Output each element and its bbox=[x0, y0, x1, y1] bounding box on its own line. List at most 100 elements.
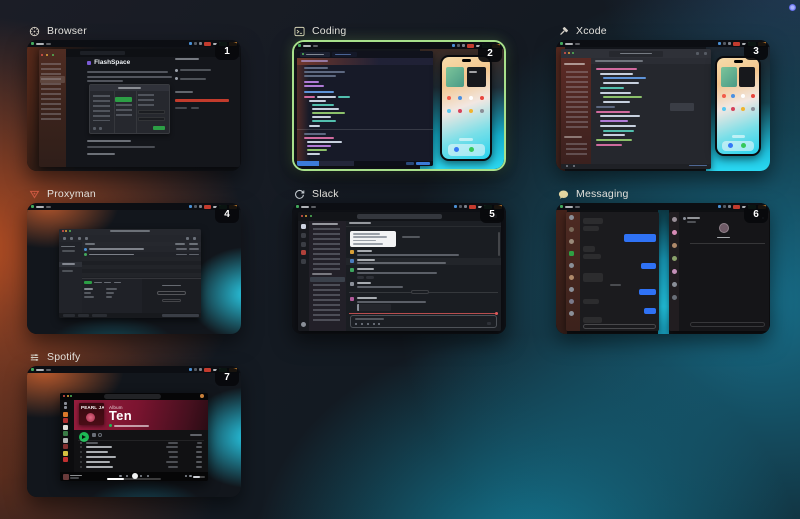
editor-status-bar bbox=[297, 161, 432, 166]
xcode-window bbox=[561, 49, 711, 169]
slack-main bbox=[346, 221, 501, 331]
space-label-messaging: Messaging bbox=[556, 188, 770, 200]
space-browser: Browser 1 FlashSpace bbox=[27, 25, 241, 171]
terminal-icon bbox=[294, 26, 305, 37]
space-thumbnail-slack[interactable]: 5 bbox=[292, 203, 506, 334]
space-number-badge: 1 bbox=[215, 42, 239, 60]
slack-top-bar bbox=[298, 212, 500, 220]
space-messaging: Messaging 6 bbox=[556, 188, 770, 334]
messaging-desktop bbox=[556, 210, 770, 334]
spotify-avatar bbox=[200, 394, 204, 398]
imessage-bubble bbox=[639, 289, 656, 295]
menu-bar bbox=[27, 366, 241, 373]
space-proxyman: Proxyman 4 bbox=[27, 188, 241, 334]
space-name: Proxyman bbox=[47, 188, 96, 200]
volume-bar bbox=[193, 476, 205, 478]
space-name: Spotify bbox=[47, 351, 81, 363]
sync-circle-icon bbox=[294, 189, 305, 200]
album-header: PEARL JAM Album Ten bbox=[74, 400, 208, 430]
method-badge bbox=[84, 281, 92, 284]
menu-bar bbox=[292, 203, 506, 210]
imessage-input bbox=[583, 324, 656, 329]
slack-window bbox=[298, 212, 500, 330]
menu-bar bbox=[556, 203, 770, 210]
red-stats-bar bbox=[175, 99, 230, 102]
space-slack: Slack 5 bbox=[292, 188, 506, 334]
compass-icon bbox=[29, 26, 40, 37]
map-widget bbox=[446, 67, 464, 87]
album-art: PEARL JAM bbox=[79, 403, 104, 425]
spotify-library-rail bbox=[60, 400, 74, 472]
space-coding: Coding 2 bbox=[292, 25, 506, 171]
menu-bar bbox=[27, 203, 241, 210]
code-snippet-block bbox=[350, 231, 396, 248]
space-thumbnail-browser[interactable]: 1 FlashSpace bbox=[27, 40, 241, 171]
selected-contact-avatar bbox=[569, 251, 574, 256]
conversation-rail bbox=[566, 212, 580, 331]
dark-widget bbox=[467, 67, 485, 87]
space-name: Coding bbox=[312, 25, 346, 37]
album-title: Ten bbox=[109, 408, 132, 423]
slack-desktop bbox=[292, 210, 506, 334]
space-label-spotify: Spotify bbox=[27, 351, 241, 363]
album-art-text: PEARL JAM bbox=[81, 405, 104, 410]
space-number-badge: 7 bbox=[215, 368, 239, 386]
browser-window: FlashSpace bbox=[39, 49, 240, 167]
proxyman-sidebar bbox=[59, 242, 82, 313]
dynamic-island bbox=[734, 60, 743, 63]
proxyman-window bbox=[59, 229, 201, 318]
space-thumbnail-messaging[interactable]: 6 bbox=[556, 203, 770, 334]
chat-input bbox=[690, 322, 765, 327]
speech-bubble-icon bbox=[558, 189, 569, 200]
attachment-box bbox=[357, 304, 391, 311]
space-number-badge: 4 bbox=[215, 205, 239, 223]
progress-bar bbox=[107, 478, 160, 480]
menu-bar bbox=[294, 42, 504, 49]
spotify-window: PEARL JAM Album Ten bbox=[60, 393, 208, 481]
xcode-desktop bbox=[556, 47, 770, 171]
xcode-editor bbox=[591, 58, 711, 163]
code-editor-window bbox=[297, 51, 432, 166]
space-label-xcode: Xcode bbox=[556, 25, 770, 37]
chat-content bbox=[679, 212, 769, 331]
dock bbox=[448, 144, 485, 155]
proxyman-logo-icon bbox=[29, 189, 40, 200]
space-thumbnail-xcode[interactable]: 3 bbox=[556, 40, 770, 171]
chat-area bbox=[580, 212, 659, 331]
menu-bar bbox=[556, 40, 770, 47]
browser-sidebar bbox=[39, 49, 66, 167]
dock bbox=[722, 141, 754, 152]
space-label-proxyman: Proxyman bbox=[27, 188, 241, 200]
coding-desktop bbox=[294, 49, 504, 169]
cursor-indicator bbox=[789, 4, 796, 11]
page-right-panel bbox=[175, 56, 237, 163]
player-bar bbox=[60, 472, 208, 481]
space-name: Slack bbox=[312, 188, 339, 200]
channel-sidebar bbox=[309, 221, 346, 331]
chat-app-window bbox=[669, 212, 769, 331]
detail-empty-pane bbox=[142, 279, 202, 313]
spotify-top-bar bbox=[60, 393, 208, 400]
space-name: Browser bbox=[47, 25, 87, 37]
controls-row bbox=[74, 430, 208, 440]
space-thumbnail-spotify[interactable]: 7 bbox=[27, 366, 241, 497]
selected-workspace-item bbox=[115, 97, 132, 102]
settings-panel-screenshot bbox=[89, 84, 169, 134]
imessage-bubble bbox=[641, 263, 656, 269]
space-thumbnail-coding[interactable]: 2 bbox=[292, 40, 506, 171]
space-label-coding: Coding bbox=[292, 25, 506, 37]
dark-widget bbox=[739, 67, 755, 86]
spotify-main: PEARL JAM Album Ten bbox=[74, 400, 208, 472]
space-number-badge: 3 bbox=[744, 42, 768, 60]
xcode-navigator bbox=[561, 58, 591, 163]
chat-contacts-rail bbox=[669, 212, 679, 331]
space-xcode: Xcode 3 bbox=[556, 25, 770, 171]
menu-bar bbox=[27, 40, 241, 47]
detail-pane bbox=[82, 279, 142, 313]
space-thumbnail-proxyman[interactable]: 4 bbox=[27, 203, 241, 334]
imessage-bubble bbox=[644, 308, 656, 314]
equalizer-icon bbox=[29, 352, 40, 363]
message-input bbox=[350, 315, 497, 328]
space-spotify: Spotify 7 bbox=[27, 351, 241, 497]
iphone-simulator bbox=[715, 56, 761, 156]
